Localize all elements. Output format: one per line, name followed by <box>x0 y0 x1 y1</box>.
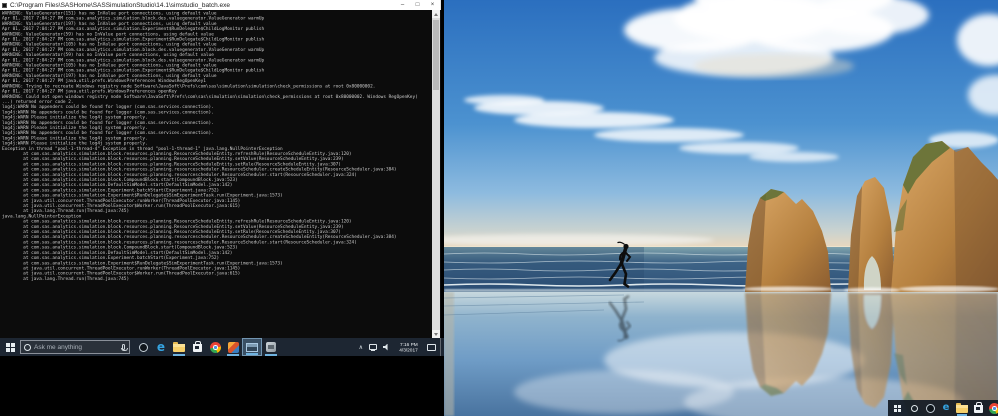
desktop-screenshot: C:\Program Files\SASHome\SASSimulationSt… <box>0 0 998 416</box>
task-view-button[interactable] <box>134 338 152 356</box>
task-view-icon <box>925 403 935 413</box>
scroll-down-icon[interactable] <box>432 330 440 338</box>
edge-icon: e <box>942 402 950 413</box>
start-button[interactable] <box>0 338 20 356</box>
open-indicator <box>173 354 185 356</box>
cortana-search-box[interactable] <box>20 340 130 354</box>
console-output: WARNING: ValueGenerator(151) has no InVa… <box>0 10 441 338</box>
cortana-icon <box>24 343 31 351</box>
taskbar-item-edge[interactable]: e <box>938 400 954 416</box>
beach-wallpaper <box>444 0 998 416</box>
taskbar-item-file-explorer[interactable] <box>954 400 970 416</box>
taskbar-item-chrome[interactable] <box>986 400 998 416</box>
edge-icon: e <box>156 340 166 354</box>
cortana-button[interactable] <box>906 400 922 416</box>
taskbar-item-gray-app[interactable] <box>262 338 280 356</box>
clock-time: 7:16 PM <box>399 341 418 347</box>
windows-logo-icon <box>893 404 901 412</box>
task-view-button[interactable] <box>922 400 938 416</box>
taskbar-item-console-active[interactable] <box>242 338 262 356</box>
scroll-up-icon[interactable] <box>432 10 440 18</box>
start-button[interactable] <box>888 400 906 416</box>
system-tray: ∧ 7:16 PM 4/3/2017 <box>356 338 444 356</box>
store-icon <box>192 341 202 352</box>
search-input[interactable] <box>34 341 120 353</box>
chrome-icon <box>209 341 221 353</box>
left-monitor: C:\Program Files\SASHome\SASSimulationSt… <box>0 0 444 416</box>
console-window: C:\Program Files\SASHome\SASSimulationSt… <box>0 0 441 338</box>
volume-icon[interactable] <box>383 343 388 351</box>
window-title: C:\Program Files\SASHome\SASSimulationSt… <box>10 1 231 9</box>
gray-app-icon <box>266 342 276 352</box>
scrollbar-thumb[interactable] <box>433 20 439 90</box>
taskbar-item-store[interactable] <box>188 338 206 356</box>
tray-chevron-up-icon[interactable]: ∧ <box>356 344 366 351</box>
console-app-icon <box>2 2 7 8</box>
file-explorer-icon <box>173 342 185 352</box>
taskbar-item-chrome[interactable] <box>206 338 224 356</box>
maximize-button[interactable]: □ <box>410 0 425 10</box>
taskbar-right: e ∧ 7:16 PM 4/3/2017 <box>888 400 998 416</box>
chrome-icon <box>988 402 998 414</box>
taskbar-item-sas-studio[interactable] <box>224 338 242 356</box>
taskbar-item-edge[interactable]: e <box>152 338 170 356</box>
minimize-button[interactable]: – <box>395 0 410 10</box>
console-log-text: WARNING: ValueGenerator(151) has no InVa… <box>2 11 418 282</box>
sas-studio-icon <box>227 341 239 353</box>
taskbar-item-store[interactable] <box>970 400 986 416</box>
open-indicator <box>227 354 239 356</box>
file-explorer-icon <box>956 403 968 413</box>
open-indicator <box>265 354 277 356</box>
action-center-icon[interactable] <box>427 343 436 351</box>
clock-date: 4/3/2017 <box>398 346 418 352</box>
taskbar-clock[interactable]: 7:16 PM 4/3/2017 <box>393 337 423 358</box>
console-titlebar[interactable]: C:\Program Files\SASHome\SASSimulationSt… <box>0 0 440 10</box>
open-indicator <box>246 353 258 355</box>
task-view-icon <box>138 342 148 352</box>
taskbar-left: e ∧ 7:16 PM 4/3/2017 <box>0 338 444 356</box>
taskbar-item-file-explorer[interactable] <box>170 338 188 356</box>
vertical-scrollbar[interactable] <box>432 10 440 338</box>
network-icon[interactable] <box>369 344 377 351</box>
console-window-icon <box>246 342 258 352</box>
microphone-icon[interactable] <box>121 344 128 351</box>
right-monitor: e ∧ 7:16 PM 4/3/2017 <box>444 0 998 416</box>
cortana-icon <box>910 404 918 412</box>
windows-logo-icon <box>5 342 15 352</box>
store-icon <box>973 402 983 413</box>
close-button[interactable]: × <box>425 0 440 10</box>
